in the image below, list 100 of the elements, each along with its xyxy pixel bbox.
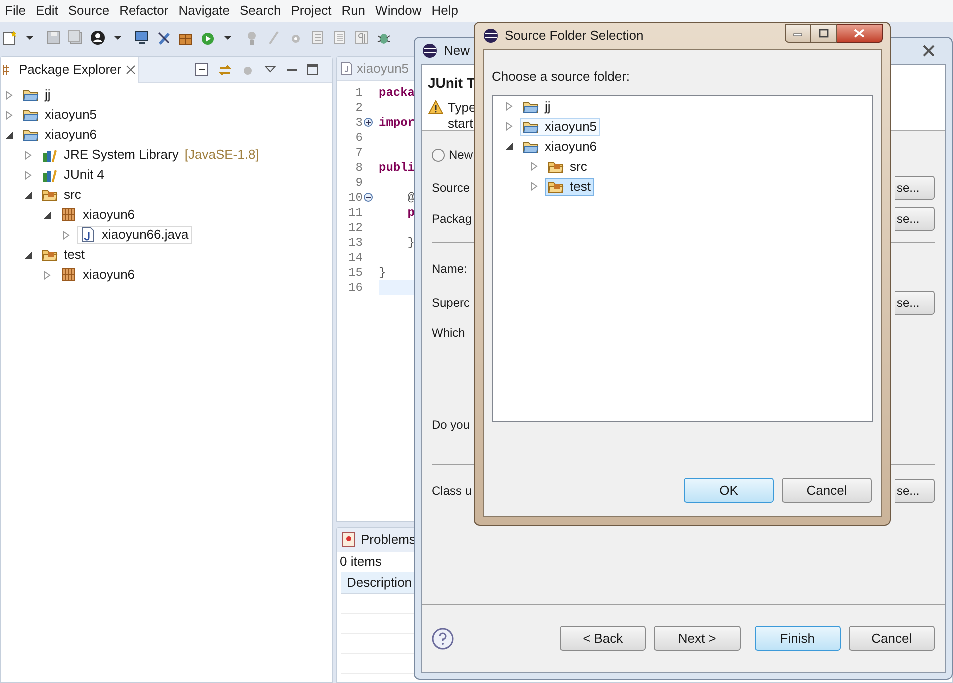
eclipse-icon bbox=[422, 43, 438, 59]
code-text: impor bbox=[379, 114, 416, 132]
field-label: Do you bbox=[432, 417, 470, 434]
eclipse-icon bbox=[483, 28, 499, 44]
tree-item[interactable]: JRE System Library [JavaSE-1.8] bbox=[39, 146, 262, 164]
view-tab[interactable]: Package Explorer bbox=[1, 56, 139, 82]
tree-label: test bbox=[64, 246, 85, 264]
tree-item[interactable]: xiaoyun6 bbox=[58, 266, 138, 284]
line-number: 9 bbox=[356, 174, 363, 192]
help-icon bbox=[432, 628, 454, 650]
link-arrows-icon bbox=[218, 62, 232, 76]
code-text: publi bbox=[379, 160, 416, 176]
browse-button[interactable]: se... bbox=[895, 291, 935, 315]
tree-item[interactable]: xiaoyun5 bbox=[520, 118, 600, 136]
books-icon bbox=[42, 167, 58, 183]
tree-label: jj bbox=[545, 98, 551, 116]
menu-item[interactable]: Refactor bbox=[114, 1, 174, 21]
close-icon bbox=[923, 45, 935, 57]
line-number: 3 bbox=[356, 114, 363, 132]
warning-icon bbox=[428, 100, 444, 115]
menu-item[interactable]: Window bbox=[370, 1, 427, 21]
field-label: Which bbox=[432, 325, 466, 342]
tree-item[interactable]: jj bbox=[20, 86, 54, 104]
line-number: 7 bbox=[356, 144, 363, 162]
tree-label: JRE System Library bbox=[64, 146, 179, 164]
tree-label: xiaoyun6 bbox=[45, 126, 98, 144]
code-text: packa bbox=[379, 84, 416, 102]
menu-item[interactable]: Search bbox=[235, 1, 286, 21]
menu-item[interactable]: Source bbox=[63, 1, 115, 21]
tree-label: xiaoyun5 bbox=[45, 106, 98, 124]
tree-item[interactable]: src bbox=[545, 158, 590, 176]
dialog-button[interactable]: OK bbox=[684, 478, 774, 503]
monitor-icon bbox=[134, 30, 150, 46]
tree-item[interactable]: test bbox=[545, 178, 594, 196]
java-file-icon bbox=[80, 227, 96, 243]
field-label: Name: bbox=[432, 261, 468, 278]
maximize-button[interactable] bbox=[811, 24, 837, 42]
line-number: 14 bbox=[348, 250, 363, 266]
line-number: 11 bbox=[348, 204, 363, 222]
line-number: 8 bbox=[356, 160, 363, 176]
line-number: 10 bbox=[348, 190, 363, 206]
tree-label: JUnit 4 bbox=[64, 166, 104, 184]
line-number: 16 bbox=[348, 280, 363, 296]
tree-label: xiaoyun5 bbox=[545, 118, 598, 136]
item-count: 0 items bbox=[339, 553, 383, 572]
radio-button[interactable] bbox=[432, 148, 445, 162]
save-icon bbox=[46, 30, 62, 46]
tree-item[interactable]: xiaoyun6 bbox=[58, 206, 138, 224]
dialog-button[interactable]: < Back bbox=[560, 626, 646, 651]
menu-item[interactable]: Navigate bbox=[174, 1, 236, 21]
package-icon bbox=[61, 207, 77, 223]
tree-item[interactable]: jj bbox=[520, 98, 554, 116]
tree-label: test bbox=[570, 178, 591, 196]
tree-item[interactable]: xiaoyun6 bbox=[520, 138, 600, 156]
field-label: Source bbox=[432, 180, 470, 197]
tree-label: xiaoyun6 bbox=[545, 138, 598, 156]
tree-label: xiaoyun6 bbox=[83, 206, 136, 224]
dialog-button[interactable]: Cancel bbox=[782, 478, 872, 503]
browse-button[interactable]: se... bbox=[895, 479, 935, 503]
minimize-button[interactable] bbox=[785, 24, 811, 42]
tree-label: jj bbox=[45, 86, 51, 104]
java-file-icon bbox=[341, 62, 353, 76]
tree-label: src bbox=[570, 158, 588, 176]
close-button[interactable] bbox=[837, 24, 883, 42]
line-number: 2 bbox=[356, 100, 363, 116]
tree-item[interactable]: xiaoyun5 bbox=[20, 106, 100, 124]
dialog-button[interactable]: Next > bbox=[654, 626, 740, 651]
code-text: } bbox=[379, 264, 386, 282]
close-icon bbox=[854, 28, 865, 38]
close-icon bbox=[126, 64, 136, 74]
column-header[interactable]: Description bbox=[341, 572, 418, 593]
maximize-icon bbox=[306, 62, 320, 76]
person-icon bbox=[90, 30, 106, 46]
tree-item[interactable]: xiaoyun66.java bbox=[77, 226, 192, 244]
books-icon bbox=[42, 147, 58, 163]
prompt-text: Choose a source folder: bbox=[492, 68, 632, 86]
tree-item[interactable]: test bbox=[39, 246, 88, 264]
tree-item[interactable]: xiaoyun6 bbox=[20, 126, 100, 144]
library-version: [JavaSE-1.8] bbox=[184, 146, 260, 164]
tree-item[interactable]: JUnit 4 bbox=[39, 166, 108, 184]
browse-button[interactable]: se... bbox=[895, 207, 935, 231]
code-text: p bbox=[406, 204, 416, 222]
browse-button[interactable]: se... bbox=[895, 176, 935, 200]
dialog-button[interactable]: Finish bbox=[754, 626, 841, 651]
tree-label: xiaoyun66.java bbox=[102, 226, 189, 244]
menu-item[interactable]: File bbox=[0, 1, 31, 21]
field-label: Class u bbox=[432, 483, 472, 500]
paragraph-icon bbox=[354, 30, 370, 46]
menu-item[interactable]: Edit bbox=[30, 1, 64, 21]
menu-item[interactable]: Project bbox=[286, 1, 337, 21]
field-label: Superc bbox=[432, 295, 470, 312]
line-number: 12 bbox=[348, 220, 363, 236]
maximize-icon bbox=[818, 28, 828, 38]
line-number: 13 bbox=[348, 234, 363, 252]
tree-item[interactable]: src bbox=[39, 186, 84, 204]
dialog-button[interactable]: Cancel bbox=[848, 626, 935, 651]
menu-item[interactable]: Run bbox=[336, 1, 371, 21]
lines-icon bbox=[332, 30, 348, 46]
document-icon bbox=[310, 30, 326, 46]
menu-item[interactable]: Help bbox=[426, 1, 464, 21]
